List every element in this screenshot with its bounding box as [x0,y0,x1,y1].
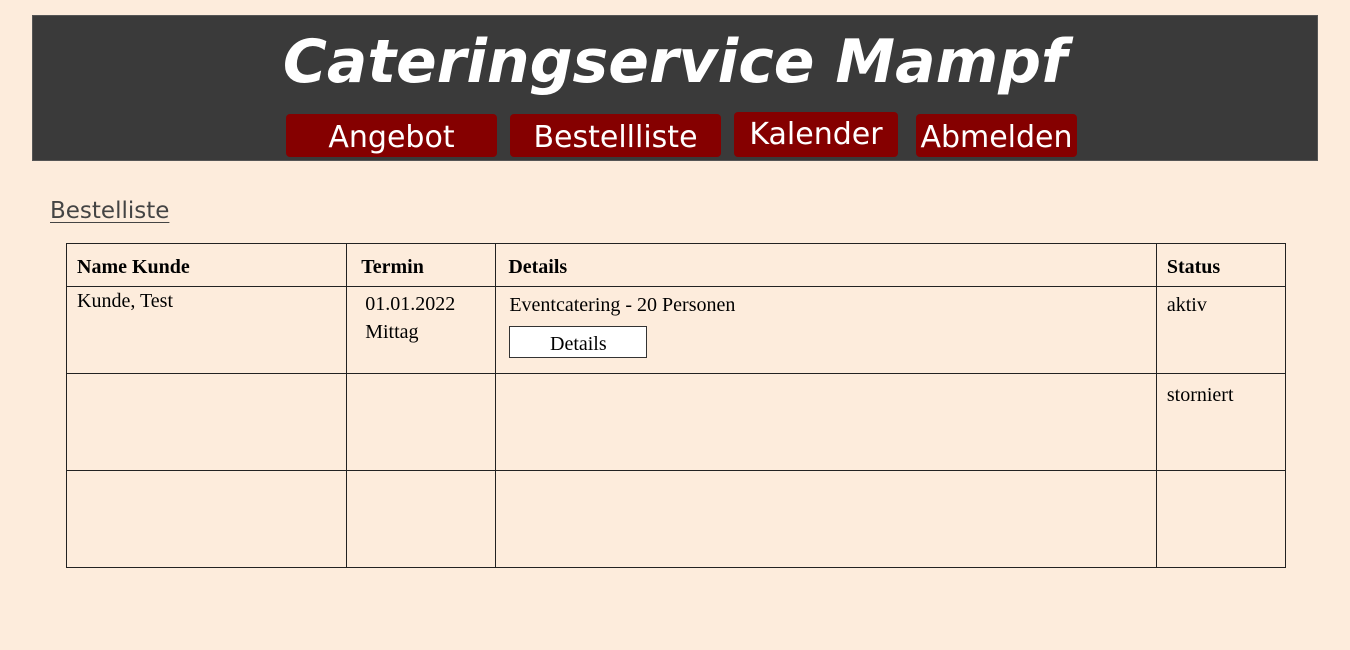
cell-status: aktiv [1155,286,1287,374]
cell-termin [346,470,497,568]
cell-name: Kunde, Test [65,286,348,374]
app-header: Cateringservice Mampf Angebot Bestelllis… [32,15,1318,161]
column-header-label: Status [1166,256,1221,278]
status-text [1157,471,1285,481]
column-header-label: Termin [361,256,424,278]
nav-button-kalender[interactable]: Kalender [734,112,898,157]
details-button[interactable]: Details [509,326,648,358]
termin-date: 01.01.2022 [365,293,456,315]
cell-details [495,470,1157,568]
orders-table: Name Kunde Termin Details Status Kunde, … [65,243,1287,568]
customer-name [67,374,346,377]
column-header-label: Name Kunde [77,256,190,278]
cell-name [65,373,348,471]
table-row [65,470,1287,568]
column-header-label: Details [508,256,568,278]
column-header-details: Details [495,243,1157,287]
cell-status [1155,470,1287,568]
cell-name [65,470,348,568]
termin-date [347,471,495,474]
cell-details [495,373,1157,471]
details-text [496,374,1156,381]
column-header-name: Name Kunde [65,243,348,287]
termin-date [347,374,495,377]
details-text: Eventcatering - 20 Personen [509,294,736,316]
table-row: storniert [65,373,1287,471]
cell-status: storniert [1155,373,1287,471]
app-title: Cateringservice Mampf [282,27,1068,97]
cell-termin: 01.01.2022 Mittag [346,286,497,374]
nav-button-bestellliste[interactable]: Bestellliste [510,114,721,157]
column-header-termin: Termin [346,243,497,287]
customer-name [67,471,346,474]
page-title: Bestelliste [50,198,170,224]
table-row: Kunde, Test 01.01.2022 Mittag Eventcater… [65,286,1287,374]
cell-details: Eventcatering - 20 Personen Details [495,286,1157,374]
nav-button-abmelden[interactable]: Abmelden [916,114,1077,157]
cell-termin [346,373,497,471]
customer-name: Kunde, Test [77,290,173,312]
nav-button-angebot[interactable]: Angebot [286,114,497,157]
column-header-status: Status [1155,243,1287,287]
termin-time: Mittag [365,321,419,343]
status-text: storniert [1166,384,1234,406]
details-text [496,471,1156,478]
table-header-row: Name Kunde Termin Details Status [65,243,1287,287]
status-text: aktiv [1166,294,1207,316]
